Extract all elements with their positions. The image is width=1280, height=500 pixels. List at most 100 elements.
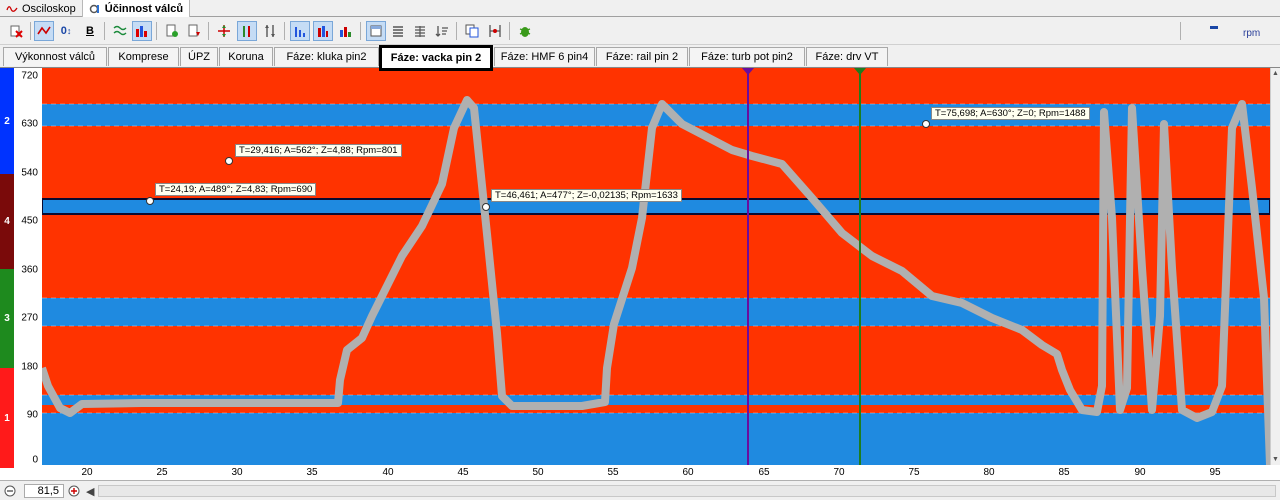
zoom-in-button[interactable] <box>68 484 80 498</box>
bar-align-left-icon <box>295 27 305 37</box>
bug-icon <box>519 27 531 37</box>
zero-offset-button[interactable]: 0 ↕ <box>56 21 76 41</box>
phase-plot[interactable] <box>42 68 1270 465</box>
lane-cylinder-4[interactable]: 4 <box>0 174 14 269</box>
single-view-button[interactable] <box>366 21 386 41</box>
import-doc-icon <box>188 24 200 37</box>
copy-button[interactable] <box>462 21 482 41</box>
x-tick-label: 50 <box>532 467 544 478</box>
unit-label: rpm <box>1243 28 1261 39</box>
marker-point[interactable] <box>225 157 233 165</box>
tab-cylinder-performance[interactable]: Výkonnost válců <box>3 47 107 66</box>
app-tab-cylinder-efficiency[interactable]: Účinnost válců <box>82 0 191 17</box>
tab-upz[interactable]: ÚPZ <box>180 47 218 66</box>
list-view-icon <box>393 26 403 37</box>
toolbar-separator <box>509 22 510 40</box>
toolbar-separator <box>104 22 105 40</box>
x-tick-label: 55 <box>607 467 619 478</box>
annotation-label: T=24,19; A=489°; Z=4,83; Rpm=690 <box>155 183 317 196</box>
status-bar: 81,5 ◀ <box>0 480 1280 500</box>
measure-button[interactable] <box>485 21 505 41</box>
line-style-icon <box>37 26 51 35</box>
tab-phase-rail-pin2[interactable]: Fáze: rail pin 2 <box>596 47 688 66</box>
cursor-move-button[interactable] <box>214 21 234 41</box>
scroll-down-icon[interactable]: ▼ <box>1272 456 1279 463</box>
app-tab-oscilloscope[interactable]: Osciloskop <box>0 0 83 17</box>
marker-point[interactable] <box>922 120 930 128</box>
tab-koruna[interactable]: Koruna <box>219 47 273 66</box>
align-center-button[interactable] <box>313 21 333 41</box>
zoom-out-icon <box>4 485 16 497</box>
y-tick-label: 630 <box>21 118 38 130</box>
toolbar-separator <box>360 22 361 40</box>
x-tick-label: 30 <box>231 467 243 478</box>
bar-align-center-icon <box>318 26 328 37</box>
bold-button[interactable]: B <box>80 21 100 41</box>
x-tick-label: 60 <box>682 467 694 478</box>
lane-cylinder-2[interactable]: 2 <box>0 68 14 174</box>
position-value[interactable]: 81,5 <box>24 484 64 498</box>
copy-icon <box>465 24 479 38</box>
list-view-button[interactable] <box>388 21 408 41</box>
x-tick-label: 90 <box>1134 467 1146 478</box>
annotation-label: T=75,698; A=630°; Z=0; Rpm=1488 <box>931 107 1090 120</box>
app-tab-label: Účinnost válců <box>104 2 184 15</box>
toolbar-separator <box>284 22 285 40</box>
x-tick-label: 40 <box>382 467 394 478</box>
tab-phase-hmf6-pin4[interactable]: Fáze: HMF 6 pin4 <box>494 47 595 66</box>
wave-icon <box>113 25 127 36</box>
toolbar-separator <box>30 22 31 40</box>
debug-button[interactable] <box>515 21 535 41</box>
grid-view-button[interactable] <box>410 21 430 41</box>
y-tick-label: 720 <box>21 70 38 82</box>
sort-button[interactable] <box>432 21 452 41</box>
delete-icon <box>10 25 23 38</box>
band-blue <box>42 413 1270 465</box>
marker-point[interactable] <box>146 197 154 205</box>
cursor-resize-button[interactable] <box>260 21 280 41</box>
scroll-up-icon[interactable]: ▲ <box>1272 70 1279 77</box>
y-axis: 720 630 540 450 360 270 180 90 0 <box>14 68 42 468</box>
lane-cylinder-3[interactable]: 3 <box>0 269 14 368</box>
x-tick-label: 25 <box>156 467 168 478</box>
x-tick-label: 80 <box>983 467 995 478</box>
x-tick-label: 20 <box>81 467 93 478</box>
sort-icon <box>435 26 448 37</box>
tab-compression[interactable]: Komprese <box>108 47 179 66</box>
import-button[interactable] <box>184 21 204 41</box>
marker-point[interactable] <box>482 203 490 211</box>
bar-chart-button[interactable] <box>336 21 356 41</box>
color-bars-button[interactable] <box>132 21 152 41</box>
toolbar-separator <box>208 22 209 40</box>
zoom-out-button[interactable] <box>4 484 16 498</box>
tab-phase-cam-pin2[interactable]: Fáze: vacka pin 2 <box>379 45 493 71</box>
bar-chart-icon <box>340 27 351 37</box>
lane-cylinder-1[interactable]: 1 <box>0 368 14 468</box>
gear-chart-icon <box>89 4 99 13</box>
cursor-resize-icon <box>265 25 275 37</box>
x-tick-label: 35 <box>306 467 318 478</box>
x-tick-label: 65 <box>758 467 770 478</box>
toolbar-separator <box>1180 22 1181 40</box>
y-tick-label: 270 <box>21 312 38 324</box>
scroll-left-icon[interactable]: ◀ <box>86 484 94 498</box>
app-window: Osciloskop Účinnost válců 0 ↕ B rpm Výko… <box>0 0 1280 500</box>
cursor-select-button[interactable] <box>237 21 257 41</box>
export-button[interactable] <box>162 21 182 41</box>
wave-button[interactable] <box>110 21 130 41</box>
y-tick-label: 0 <box>32 454 38 466</box>
x-tick-label: 45 <box>457 467 469 478</box>
align-left-button[interactable] <box>290 21 310 41</box>
y-tick-label: 90 <box>26 409 38 421</box>
plot-area: 2 4 3 1 720 630 540 450 360 270 180 90 0 <box>0 67 1280 480</box>
annotation-label: T=29,416; A=562°; Z=4,88; Rpm=801 <box>235 144 402 157</box>
cylinder-lanes: 2 4 3 1 <box>0 68 14 468</box>
horizontal-scrollbar[interactable] <box>98 485 1276 497</box>
line-style-button[interactable] <box>34 21 54 41</box>
unit-indicator <box>1210 26 1218 29</box>
tab-phase-drv-vt[interactable]: Fáze: drv VT <box>806 47 888 66</box>
delete-button[interactable] <box>6 21 26 41</box>
vertical-scrollbar[interactable]: ▲ ▼ <box>1270 68 1280 465</box>
tab-phase-crank-pin2[interactable]: Fáze: kluka pin2 <box>274 47 379 66</box>
tab-phase-turb-pot-pin2[interactable]: Fáze: turb pot pin2 <box>689 47 805 66</box>
